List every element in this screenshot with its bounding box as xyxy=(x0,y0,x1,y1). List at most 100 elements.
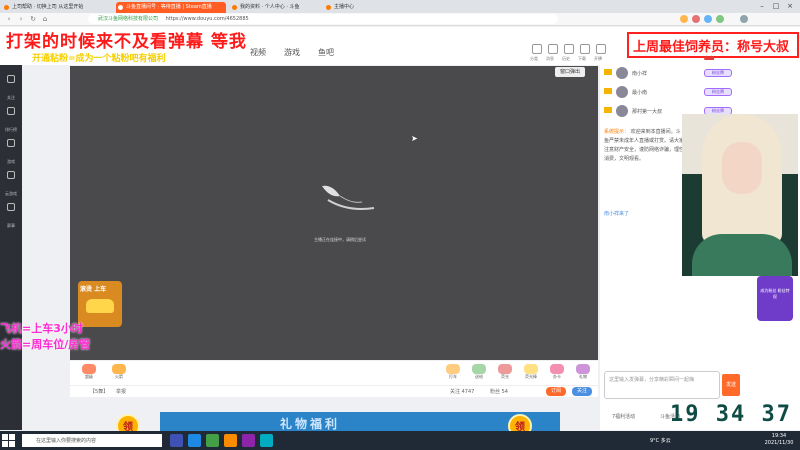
cloud-icon xyxy=(7,171,15,179)
gift-label: 打车 xyxy=(449,374,457,379)
sidebar-item-label: 游戏 xyxy=(7,159,15,164)
chat-input[interactable]: 这里输入发弹幕，分享精彩瞬间一起嗨 xyxy=(604,371,720,399)
video-player[interactable] xyxy=(70,66,598,360)
avatar xyxy=(616,86,628,98)
gift-label: 送给 xyxy=(475,374,483,379)
taskbar-clock[interactable]: 19:34 2021/11/30 xyxy=(760,433,798,447)
mouse-cursor-icon: ➤ xyxy=(411,134,418,143)
bottom-promo-text: 礼物福利 xyxy=(280,417,341,431)
room-tag: 【5舞】 xyxy=(90,389,109,395)
sidebar-item-ranking[interactable]: 排行榜 xyxy=(0,103,22,133)
sidebar-item-follow[interactable]: 关注 xyxy=(0,71,22,101)
sidebar-item-events[interactable]: 赛事 xyxy=(0,199,22,229)
forward-icon[interactable]: › xyxy=(16,14,26,24)
nav-item-video[interactable]: 视频 xyxy=(250,47,266,58)
popout-button[interactable]: 窗口弹出 xyxy=(555,67,585,77)
webcam-body xyxy=(692,234,792,276)
gift-label: 火箭 xyxy=(115,374,123,379)
room-info-bar: 【5舞】 举报 关注 4747 粉丝 54 订阅 关注 xyxy=(70,385,598,397)
message-icon[interactable] xyxy=(548,44,558,54)
extension-icon[interactable] xyxy=(692,15,700,23)
download-icon[interactable] xyxy=(580,44,590,54)
broadcast-icon[interactable] xyxy=(596,44,606,54)
url-secure-label: 武汉斗鱼网络科技有限公司 xyxy=(98,16,159,22)
gift-icon xyxy=(446,364,460,374)
crown-icon xyxy=(604,88,612,94)
gift-icon xyxy=(112,364,126,374)
rank-row[interactable]: 南小祥 粉丝牌 xyxy=(604,66,734,80)
follow-count: 关注 4747 xyxy=(450,389,475,395)
gift-item[interactable]: 办卡 xyxy=(546,364,568,382)
bottom-promo-strip[interactable]: 礼物福利 xyxy=(160,412,560,432)
browser-tab[interactable]: 上司帮助 · 切换上司 从这里开始 xyxy=(2,2,112,13)
car-icon xyxy=(86,299,114,313)
header-icon-label: 消息 xyxy=(546,56,554,61)
overlay-side-line-2: 火箭=周车位/房管 xyxy=(0,338,91,351)
refresh-icon[interactable]: ↻ xyxy=(28,14,38,24)
menu-icon[interactable] xyxy=(740,15,748,23)
taskbar-time: 19:34 xyxy=(771,433,787,439)
chat-input-placeholder: 这里输入发弹幕，分享精彩瞬间一起嗨 xyxy=(609,377,695,383)
url-text: https://www.douyu.com/4652885 xyxy=(165,16,249,22)
start-icon[interactable] xyxy=(2,434,15,447)
report-link[interactable]: 举报 xyxy=(116,388,126,395)
rank-row[interactable]: 最小南 粉丝牌 xyxy=(604,85,734,99)
screen: 上司帮助 · 切换上司 从这里开始 斗鱼直播间号 · 等待直播 | Steam直… xyxy=(0,0,800,450)
extension-icon[interactable] xyxy=(704,15,712,23)
overlay-side-line-1: 飞机=上车3小时 xyxy=(0,322,83,335)
fan-club-box[interactable]: 成为粉丝 粉丝特权 xyxy=(757,276,793,321)
maximize-icon[interactable]: □ xyxy=(770,1,782,11)
overlay-clock: 19 34 37 xyxy=(670,402,792,427)
sidebar-item-label: 赛事 xyxy=(7,223,15,228)
fans-count: 粉丝 54 xyxy=(490,389,508,395)
taskbar-search-placeholder: 在这里输入你要搜索的内容 xyxy=(36,438,97,444)
gift-item[interactable]: 打车 xyxy=(442,364,464,382)
sidebar-item-games[interactable]: 游戏 xyxy=(0,135,22,165)
gift-item[interactable]: 火箭 xyxy=(108,364,130,382)
tab-favicon-icon xyxy=(118,5,123,10)
browser-tab[interactable]: 我的资料 · 个人中心 · 斗鱼 xyxy=(230,2,320,13)
taskbar-search-input[interactable]: 在这里输入你要搜索的内容 xyxy=(22,434,162,447)
system-label: 系统提示： xyxy=(604,129,630,135)
extension-icon[interactable] xyxy=(716,15,724,23)
app-icon[interactable] xyxy=(260,434,273,447)
sidebar-item-cloud-games[interactable]: 云游戏 xyxy=(0,167,22,197)
subscribe-button[interactable]: 订阅 xyxy=(546,387,566,396)
webcam-overlay xyxy=(682,114,798,276)
promo-tile[interactable]: 滚烫 上车 xyxy=(78,281,122,327)
gift-item[interactable]: 礼物 xyxy=(572,364,594,382)
app-icon[interactable] xyxy=(242,434,255,447)
header-icon-label: 分类 xyxy=(530,56,538,61)
category-icon[interactable] xyxy=(532,44,542,54)
app-icon[interactable] xyxy=(188,434,201,447)
task-view-icon[interactable] xyxy=(170,434,183,447)
gift-item[interactable]: 荧光 xyxy=(494,364,516,382)
home-icon[interactable]: ⌂ xyxy=(40,14,50,24)
gift-item[interactable]: 荧光棒 xyxy=(520,364,542,382)
back-icon[interactable]: ‹ xyxy=(4,14,14,24)
close-icon[interactable]: × xyxy=(784,1,796,11)
gift-icon xyxy=(576,364,590,374)
tab-label: 斗鱼直播间号 · 等待直播 | Steam直播 xyxy=(126,4,212,10)
activity-link[interactable]: 7福利活动 xyxy=(612,413,635,420)
gift-item[interactable]: 超级 xyxy=(78,364,100,382)
nav-item-games[interactable]: 游戏 xyxy=(284,47,300,58)
tab-favicon-icon xyxy=(326,5,331,10)
url-input[interactable]: 武汉斗鱼网络科技有限公司 https://www.douyu.com/46528… xyxy=(88,14,558,24)
rank-name: 最小南 xyxy=(632,90,648,96)
nav-item-yuba[interactable]: 鱼吧 xyxy=(318,47,334,58)
heart-icon xyxy=(7,75,15,83)
follow-button[interactable]: 关注 xyxy=(572,387,592,396)
gift-icon xyxy=(82,364,96,374)
extension-icon[interactable] xyxy=(680,15,688,23)
app-icon[interactable] xyxy=(206,434,219,447)
gift-item[interactable]: 送给 xyxy=(468,364,490,382)
browser-tab-active[interactable]: 斗鱼直播间号 · 等待直播 | Steam直播 xyxy=(116,2,226,13)
history-icon[interactable] xyxy=(564,44,574,54)
app-icon[interactable] xyxy=(224,434,237,447)
send-button[interactable]: 发送 xyxy=(722,374,740,396)
system-message: 系统提示： 欢迎来到本直播间。斗鱼严禁未成年人直播或打赏。请大家注意财产安全，谨… xyxy=(604,128,684,164)
taskbar-weather[interactable]: 9°C 多云 xyxy=(650,437,671,444)
minimize-icon[interactable]: – xyxy=(756,1,768,11)
browser-tab[interactable]: 主播中心 xyxy=(324,2,384,13)
